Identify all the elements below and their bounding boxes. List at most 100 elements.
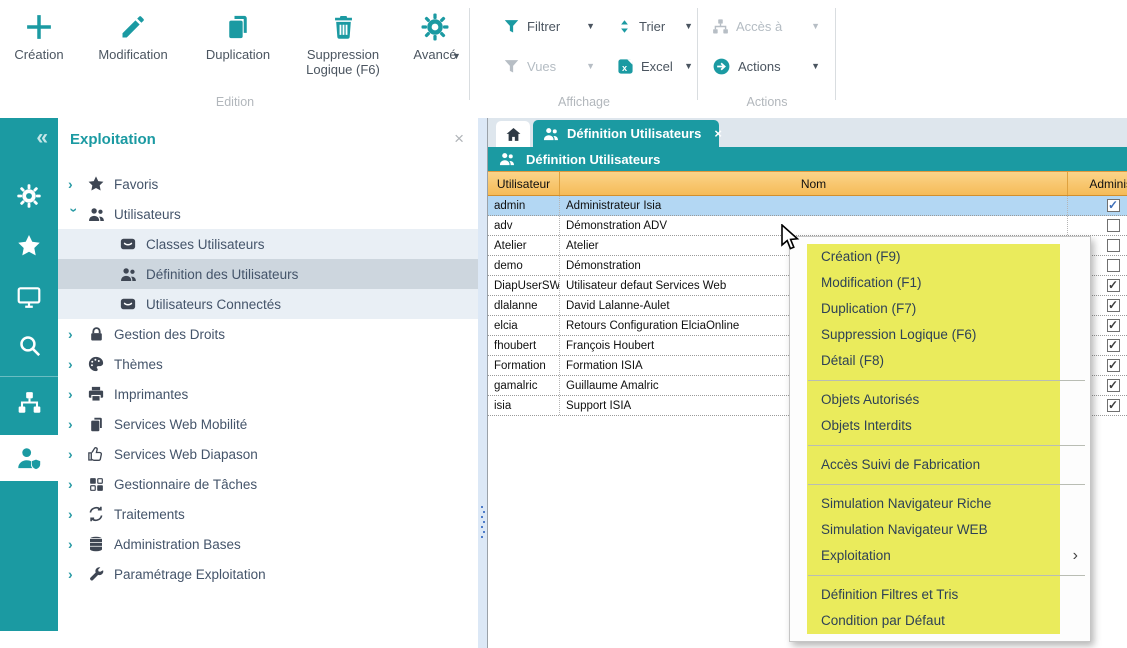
context-menu-item-simulation-navigateur-riche[interactable]: Simulation Navigateur Riche bbox=[790, 491, 1090, 517]
table-row[interactable]: adv Démonstration ADV bbox=[488, 216, 1127, 236]
rail-desktop-button[interactable] bbox=[0, 284, 58, 310]
column-header-administrateur[interactable]: Administrateur bbox=[1068, 172, 1127, 195]
suppression-logique-label: Suppression Logique (F6) bbox=[295, 47, 391, 77]
splitter-grip[interactable] bbox=[481, 506, 485, 538]
context-menu-item-suppression-logique[interactable]: Suppression Logique (F6) bbox=[790, 322, 1090, 348]
tab-close-icon[interactable]: × bbox=[714, 126, 722, 141]
left-rail: « bbox=[0, 118, 58, 631]
admin-checkbox[interactable] bbox=[1107, 319, 1120, 332]
tree-item-label: Administration Bases bbox=[114, 537, 241, 552]
excel-caret[interactable]: ▼ bbox=[684, 62, 693, 71]
tree-item-themes[interactable]: › Thèmes bbox=[58, 349, 478, 379]
tab-home[interactable] bbox=[496, 121, 530, 147]
tree-item-favoris[interactable]: › Favoris bbox=[58, 169, 478, 199]
context-menu-item-acces-suivi-de-fabrication[interactable]: Accès Suivi de Fabrication bbox=[790, 452, 1090, 478]
column-header-nom[interactable]: Nom bbox=[560, 172, 1068, 195]
duplication-button[interactable]: Duplication bbox=[194, 10, 282, 62]
context-menu-item-creation[interactable]: Création (F9) bbox=[790, 244, 1090, 270]
rail-search-button[interactable] bbox=[0, 333, 58, 358]
table-row[interactable]: admin Administrateur Isia bbox=[488, 196, 1127, 216]
collapse-sidebar-button[interactable]: « bbox=[0, 126, 58, 150]
admin-checkbox[interactable] bbox=[1107, 379, 1120, 392]
context-menu-item-definition-filtres-et-tris[interactable]: Définition Filtres et Tris bbox=[790, 582, 1090, 608]
tree-item-definition-des-utilisateurs[interactable]: Définition des Utilisateurs bbox=[58, 259, 478, 289]
tree-item-label: Utilisateurs bbox=[114, 207, 181, 222]
tab-definition-utilisateurs[interactable]: Définition Utilisateurs × bbox=[533, 120, 719, 147]
chevron-right-icon[interactable]: › bbox=[68, 477, 82, 491]
chevron-right-icon[interactable]: › bbox=[68, 417, 82, 431]
cell-utilisateur: fhoubert bbox=[488, 336, 560, 355]
context-menu-item-exploitation[interactable]: Exploitation› bbox=[790, 543, 1090, 569]
context-menu-item-duplication[interactable]: Duplication (F7) bbox=[790, 296, 1090, 322]
tree-item-imprimantes[interactable]: › Imprimantes bbox=[58, 379, 478, 409]
acces-a-caret: ▼ bbox=[811, 22, 820, 31]
context-menu-item-condition-par-defaut[interactable]: Condition par Défaut bbox=[790, 608, 1090, 634]
tree-item-label: Gestion des Droits bbox=[114, 327, 225, 342]
filtrer-button[interactable]: Filtrer ▼ bbox=[503, 14, 595, 38]
chevron-right-icon[interactable]: › bbox=[68, 537, 82, 551]
vues-button[interactable]: Vues ▼ bbox=[503, 54, 595, 78]
chevron-right-icon[interactable]: › bbox=[68, 387, 82, 401]
actions-group-label: Actions bbox=[698, 95, 836, 109]
panel-splitter[interactable] bbox=[478, 118, 488, 648]
cell-nom: Administrateur Isia bbox=[560, 196, 1068, 215]
admin-checkbox[interactable] bbox=[1107, 299, 1120, 312]
chevron-right-icon[interactable]: › bbox=[68, 357, 82, 371]
tree-item-gestionnaire-de-taches[interactable]: › Gestionnaire de Tâches bbox=[58, 469, 478, 499]
actions-caret[interactable]: ▼ bbox=[811, 62, 820, 71]
tree-item-parametrage-exploitation[interactable]: › Paramétrage Exploitation bbox=[58, 559, 478, 589]
chevron-right-icon[interactable]: › bbox=[68, 507, 82, 521]
tree-item-traitements[interactable]: › Traitements bbox=[58, 499, 478, 529]
context-menu-item-modification[interactable]: Modification (F1) bbox=[790, 270, 1090, 296]
rail-hierarchy-button[interactable] bbox=[0, 390, 58, 415]
modification-button[interactable]: Modification bbox=[85, 10, 181, 62]
cell-utilisateur: demo bbox=[488, 256, 560, 275]
wrench-icon bbox=[86, 565, 106, 583]
admin-checkbox[interactable] bbox=[1107, 279, 1120, 292]
edition-dropdown-caret[interactable]: ▼ bbox=[452, 52, 461, 61]
admin-checkbox[interactable] bbox=[1107, 339, 1120, 352]
chevron-right-icon[interactable]: › bbox=[68, 567, 82, 581]
tree-item-classes-utilisateurs[interactable]: Classes Utilisateurs bbox=[58, 229, 478, 259]
creation-button[interactable]: Création bbox=[6, 10, 72, 62]
context-menu-item-simulation-navigateur-web[interactable]: Simulation Navigateur WEB bbox=[790, 517, 1090, 543]
admin-checkbox[interactable] bbox=[1107, 359, 1120, 372]
filter-icon bbox=[503, 58, 520, 75]
rail-favorites-button[interactable] bbox=[0, 233, 58, 259]
admin-checkbox[interactable] bbox=[1107, 199, 1120, 212]
actions-button[interactable]: Actions ▼ bbox=[712, 54, 820, 78]
tree-item-label: Traitements bbox=[114, 507, 185, 522]
filtrer-caret[interactable]: ▼ bbox=[586, 22, 595, 31]
tree-item-utilisateurs[interactable]: › Utilisateurs bbox=[58, 199, 478, 229]
chevron-right-icon[interactable]: › bbox=[68, 447, 82, 461]
chevron-down-icon[interactable]: › bbox=[67, 208, 81, 222]
context-menu-item-objets-interdits[interactable]: Objets Interdits bbox=[790, 413, 1090, 439]
trier-caret[interactable]: ▼ bbox=[684, 22, 693, 31]
cell-nom: Démonstration ADV bbox=[560, 216, 1068, 235]
tree-item-gestion-des-droits[interactable]: › Gestion des Droits bbox=[58, 319, 478, 349]
context-menu-item-detail[interactable]: Détail (F8) bbox=[790, 348, 1090, 374]
gear-icon bbox=[420, 10, 450, 44]
cell-utilisateur: Formation bbox=[488, 356, 560, 375]
rail-modules-button[interactable] bbox=[0, 183, 58, 209]
tree-item-label: Services Web Diapason bbox=[114, 447, 258, 462]
context-menu: Création (F9) Modification (F1) Duplicat… bbox=[789, 236, 1091, 642]
rail-users-security-button-active[interactable] bbox=[0, 435, 58, 481]
tree-item-utilisateurs-connectes[interactable]: Utilisateurs Connectés bbox=[58, 289, 478, 319]
avance-label: Avancé bbox=[413, 47, 456, 62]
tree-item-services-web-mobilite[interactable]: › Services Web Mobilité bbox=[58, 409, 478, 439]
excel-button[interactable]: x Excel ▼ bbox=[617, 54, 693, 78]
tree-item-services-web-diapason[interactable]: › Services Web Diapason bbox=[58, 439, 478, 469]
context-menu-item-objets-autorises[interactable]: Objets Autorisés bbox=[790, 387, 1090, 413]
trier-button[interactable]: Trier ▼ bbox=[617, 14, 693, 38]
tree-close-button[interactable]: × bbox=[454, 130, 464, 147]
admin-checkbox[interactable] bbox=[1107, 259, 1120, 272]
admin-checkbox[interactable] bbox=[1107, 399, 1120, 412]
chevron-right-icon[interactable]: › bbox=[68, 177, 82, 191]
column-header-utilisateur[interactable]: Utilisateur bbox=[488, 172, 560, 195]
admin-checkbox[interactable] bbox=[1107, 239, 1120, 252]
suppression-logique-button[interactable]: Suppression Logique (F6) bbox=[295, 10, 391, 77]
tree-item-administration-bases[interactable]: › Administration Bases bbox=[58, 529, 478, 559]
admin-checkbox[interactable] bbox=[1107, 219, 1120, 232]
chevron-right-icon[interactable]: › bbox=[68, 327, 82, 341]
